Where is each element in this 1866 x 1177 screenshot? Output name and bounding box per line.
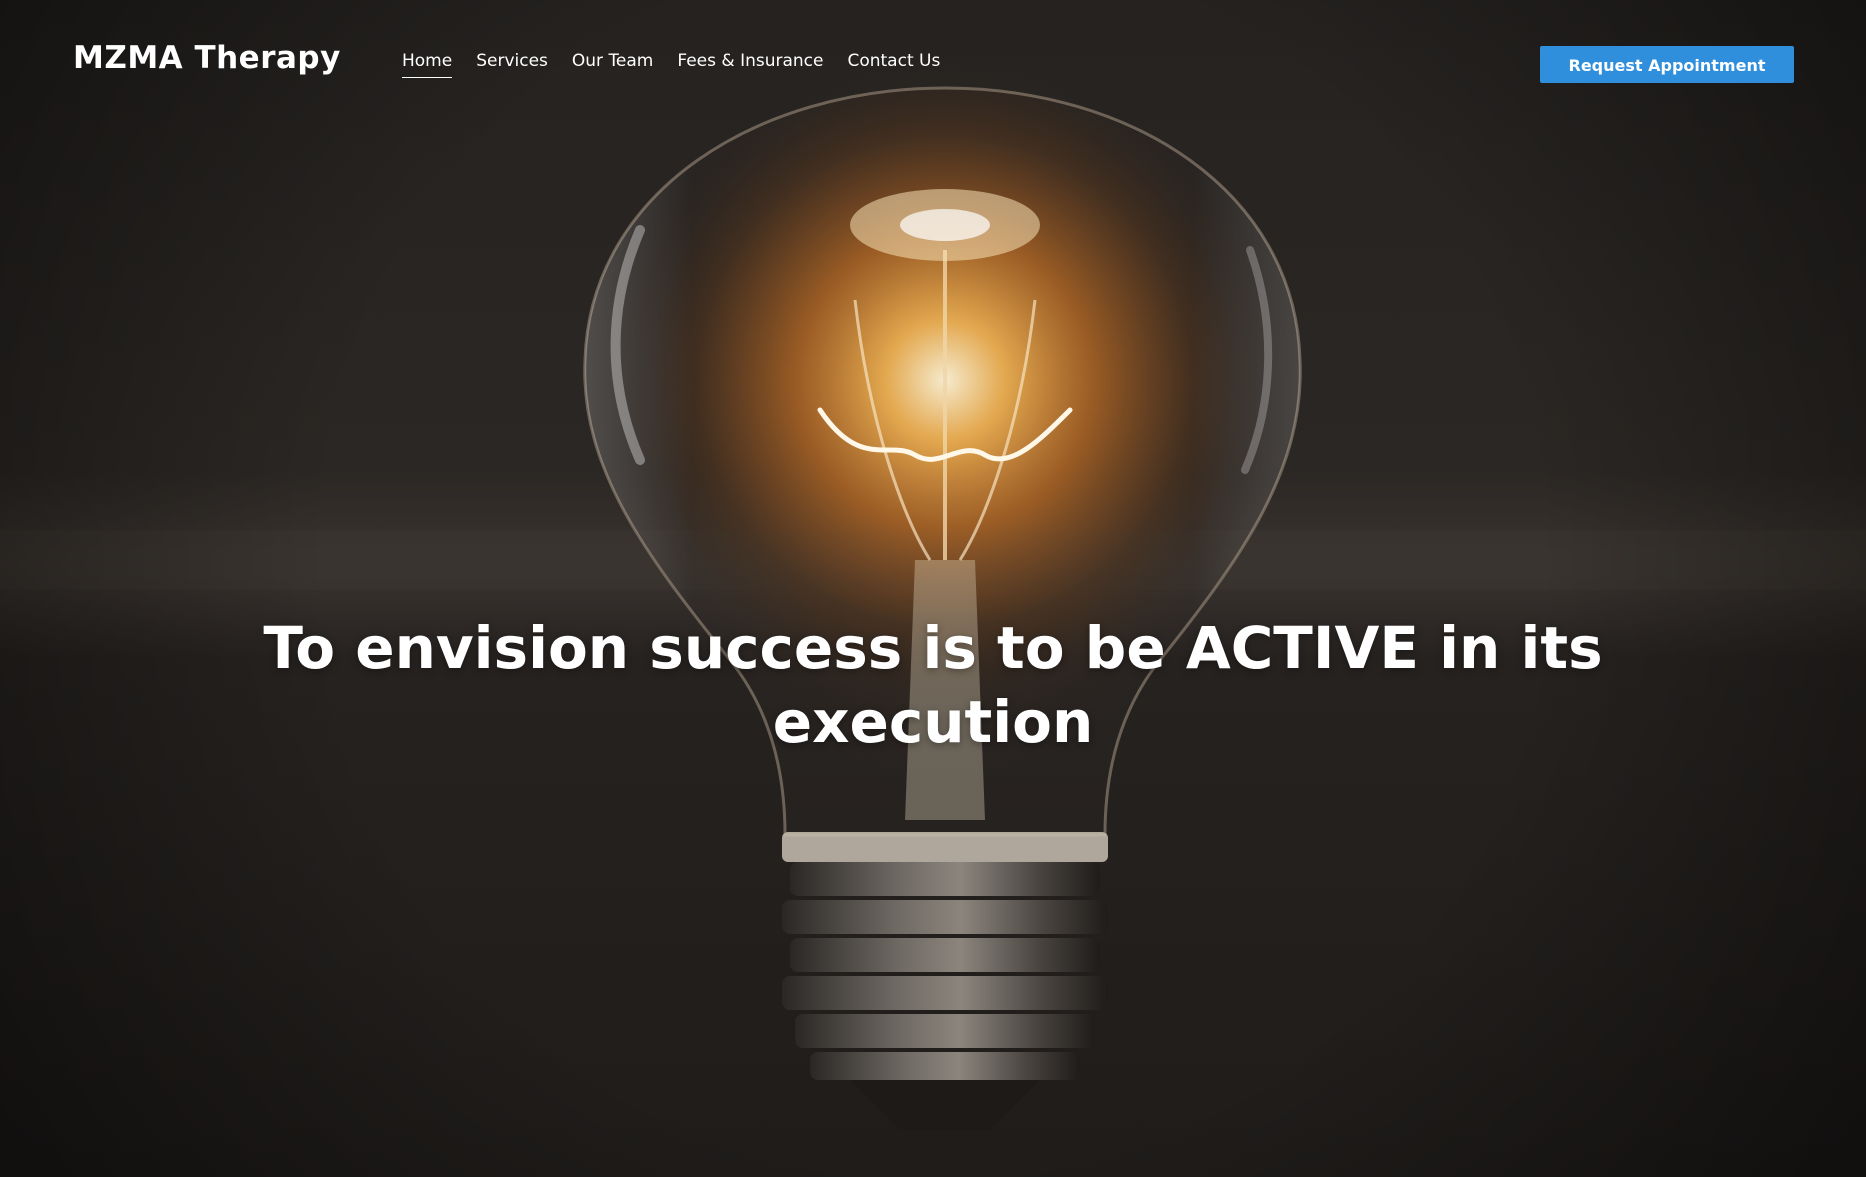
request-appointment-button[interactable]: Request Appointment	[1540, 46, 1794, 83]
nav-item-contact-us[interactable]: Contact Us	[847, 51, 940, 78]
hero-headline: To envision success is to be ACTIVE in i…	[263, 613, 1603, 756]
nav-item-services[interactable]: Services	[476, 51, 548, 78]
page: MZMA Therapy Home Services Our Team Fees…	[0, 0, 1866, 1177]
site-header: MZMA Therapy Home Services Our Team Fees…	[0, 0, 1866, 130]
nav-item-our-team[interactable]: Our Team	[572, 51, 653, 78]
main-nav: Home Services Our Team Fees & Insurance …	[402, 51, 964, 78]
lightbulb-hero-image	[0, 0, 1866, 1177]
site-logo[interactable]: MZMA Therapy	[73, 40, 341, 76]
nav-item-home[interactable]: Home	[402, 51, 453, 78]
nav-item-fees-insurance[interactable]: Fees & Insurance	[677, 51, 823, 78]
